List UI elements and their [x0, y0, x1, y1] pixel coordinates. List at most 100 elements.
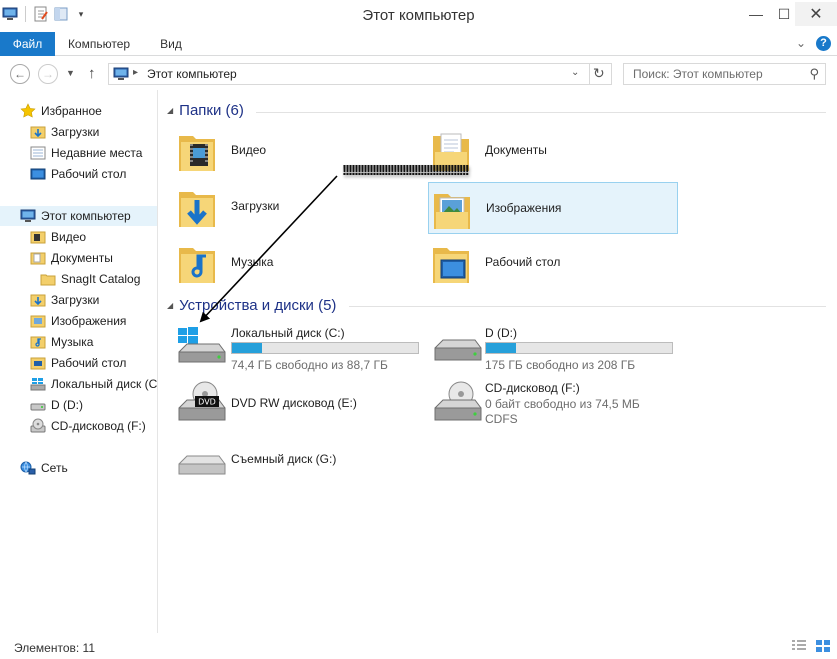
drive-name: Съемный диск (G:) — [231, 452, 337, 466]
minimize-button[interactable]: — — [742, 2, 770, 26]
folder-download-icon — [30, 294, 46, 307]
close-button[interactable]: ✕ — [795, 2, 837, 26]
folders-section-header[interactable]: ◢ Папки (6) — [167, 102, 244, 119]
drive-free-space: 175 ГБ свободно из 208 ГБ — [485, 358, 636, 372]
recent-locations-dropdown[interactable]: ▼ — [66, 68, 75, 78]
section-divider — [256, 112, 826, 113]
nav-item-cd-drive-f[interactable]: CD-дисковод (F:) — [30, 416, 146, 436]
music-folder-icon — [179, 248, 215, 283]
drive-usage-bar — [231, 342, 419, 354]
details-view-icon[interactable] — [791, 639, 807, 653]
arrow-left-icon: ← — [14, 67, 26, 81]
nav-favorites[interactable]: Избранное — [20, 101, 102, 121]
address-dropdown-icon[interactable]: ⌄ — [571, 67, 579, 78]
drive-f[interactable]: CD-дисковод (F:) 0 байт свободно из 74,5… — [431, 380, 695, 428]
annotation-text: !!!!!!!!!!!!!!!!!!!!!!!!!!!!!!!!!!!!!!!!… — [342, 162, 470, 179]
folder-download-icon — [30, 126, 46, 139]
ribbon: Файл Компьютер Вид ⌄ ? — [0, 32, 837, 56]
tab-computer[interactable]: Компьютер — [60, 32, 138, 56]
title-bar: ▾ Этот компьютер — ☐ ✕ — [0, 0, 837, 32]
tab-file[interactable]: Файл — [0, 32, 55, 56]
drive-name: Локальный диск (C:) — [231, 326, 345, 340]
drive-free-space: 74,4 ГБ свободно из 88,7 ГБ — [231, 358, 388, 372]
nav-item-videos[interactable]: Видео — [30, 227, 86, 247]
address-bar[interactable]: ▸ Этот компьютер ⌄ ↻ — [108, 63, 612, 85]
nav-item-documents[interactable]: Документы — [30, 248, 113, 268]
content-pane: ◢ Папки (6) Видео Документы Загрузки Изо… — [159, 90, 837, 633]
nav-this-pc[interactable]: Этот компьютер — [0, 206, 157, 226]
collapse-caret-icon[interactable]: ◢ — [167, 106, 173, 115]
system-drive-icon — [178, 327, 226, 363]
folder-download-icon — [179, 192, 215, 227]
folder-downloads[interactable]: Загрузки — [177, 179, 417, 233]
desktop-icon — [30, 168, 46, 180]
close-icon: ✕ — [809, 6, 823, 23]
nav-item-downloads[interactable]: Загрузки — [30, 122, 99, 142]
minimize-icon: — — [749, 6, 763, 22]
drive-filesystem: CDFS — [485, 412, 518, 426]
up-button[interactable]: ↑ — [88, 65, 96, 82]
nav-item-downloads-pc[interactable]: Загрузки — [30, 290, 99, 310]
folder-music[interactable]: Музыка — [177, 235, 417, 289]
documents-folder-icon — [30, 252, 46, 265]
collapse-caret-icon[interactable]: ◢ — [167, 301, 173, 310]
search-input[interactable]: Поиск: Этот компьютер ⚲ — [623, 63, 826, 85]
drive-g[interactable]: Съемный диск (G:) — [175, 448, 439, 482]
maximize-button[interactable]: ☐ — [770, 2, 798, 26]
cd-drive-icon — [434, 381, 482, 421]
dvd-drive-icon: DVD — [178, 381, 226, 421]
drive-usage-fill — [486, 343, 516, 353]
folder-pictures[interactable]: Изображения — [428, 182, 678, 234]
breadcrumb-chevron-icon[interactable]: ▸ — [133, 67, 138, 78]
refresh-icon[interactable]: ↻ — [593, 65, 605, 82]
search-placeholder: Поиск: Этот компьютер — [633, 67, 763, 81]
nav-item-music[interactable]: Музыка — [30, 332, 93, 352]
status-bar: Элементов: 11 — [0, 633, 837, 659]
forward-button[interactable]: → — [38, 64, 58, 84]
navigation-pane: Избранное Загрузки Недавние места Рабочи… — [0, 90, 158, 633]
nav-item-recent-places[interactable]: Недавние места — [30, 143, 142, 163]
system-drive-icon — [30, 378, 46, 391]
chevron-down-icon: ▼ — [66, 68, 75, 78]
drive-name: D (D:) — [485, 326, 517, 340]
video-folder-icon — [179, 136, 215, 171]
computer-icon — [113, 67, 129, 80]
desktop-folder-icon — [433, 248, 469, 283]
expand-ribbon-icon[interactable]: ⌄ — [796, 36, 806, 51]
breadcrumb[interactable]: Этот компьютер — [147, 67, 237, 81]
back-button[interactable]: ← — [10, 64, 30, 84]
nav-item-pictures[interactable]: Изображения — [30, 311, 126, 331]
section-divider — [349, 306, 826, 307]
devices-section-header[interactable]: ◢ Устройства и диски (5) — [167, 297, 336, 314]
pictures-folder-icon — [30, 315, 46, 328]
nav-item-snagit-catalog[interactable]: SnagIt Catalog — [40, 269, 140, 289]
nav-item-drive-d[interactable]: D (D:) — [30, 395, 83, 415]
computer-icon — [20, 209, 36, 222]
large-icons-view-icon[interactable] — [815, 639, 831, 653]
drive-usage-bar — [485, 342, 673, 354]
navigation-bar: ← → ▼ ↑ ▸ Этот компьютер ⌄ ↻ Поиск: Этот… — [0, 56, 837, 90]
item-count: Элементов: 11 — [14, 641, 95, 655]
cd-drive-icon — [30, 418, 46, 433]
drive-name: CD-дисковод (F:) — [485, 381, 580, 395]
drive-free-space: 0 байт свободно из 74,5 МБ — [485, 397, 640, 411]
nav-network[interactable]: Сеть — [20, 458, 68, 478]
nav-item-local-disk-c[interactable]: Локальный диск (C:) — [30, 374, 157, 394]
nav-item-desktop[interactable]: Рабочий стол — [30, 164, 126, 184]
drive-c[interactable]: Локальный диск (C:) 74,4 ГБ свободно из … — [175, 324, 439, 372]
folder-desktop[interactable]: Рабочий стол — [431, 235, 671, 289]
drive-name: DVD RW дисковод (E:) — [231, 396, 357, 410]
drive-e[interactable]: DVD DVD RW дисковод (E:) — [175, 380, 439, 428]
network-icon — [20, 461, 36, 475]
maximize-icon: ☐ — [777, 5, 791, 22]
search-icon[interactable]: ⚲ — [809, 66, 819, 82]
drive-d[interactable]: D (D:) 175 ГБ свободно из 208 ГБ — [431, 324, 695, 372]
tab-view[interactable]: Вид — [150, 32, 192, 56]
nav-item-desktop-pc[interactable]: Рабочий стол — [30, 353, 126, 373]
address-divider — [589, 64, 590, 84]
arrow-right-icon: → — [42, 67, 54, 81]
hard-drive-icon — [434, 339, 482, 361]
view-switcher — [791, 639, 831, 653]
folder-icon — [40, 274, 56, 286]
help-icon[interactable]: ? — [816, 36, 831, 51]
